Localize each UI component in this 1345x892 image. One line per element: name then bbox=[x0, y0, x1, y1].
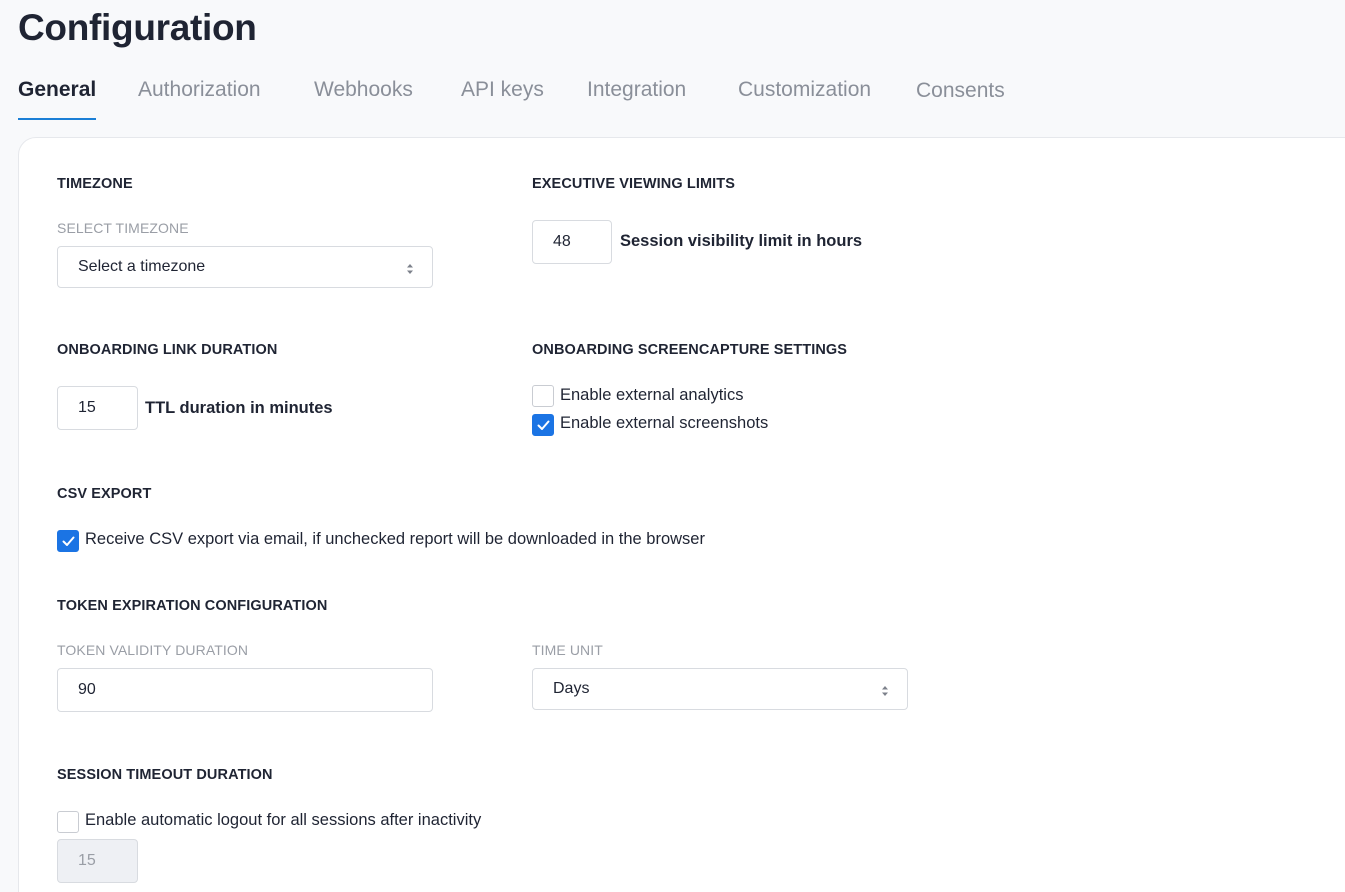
screencapture-title: ONBOARDING SCREENCAPTURE SETTINGS bbox=[532, 342, 848, 358]
token-validity-input[interactable]: 90 bbox=[57, 668, 433, 712]
executive-viewing-title: EXECUTIVE VIEWING LIMITS bbox=[532, 176, 735, 192]
csv-export-title: CSV EXPORT bbox=[57, 486, 152, 502]
ttl-duration-input[interactable]: 15 bbox=[57, 386, 138, 430]
timezone-select-value: Select a timezone bbox=[78, 258, 206, 275]
tab-webhooks[interactable]: Webhooks bbox=[314, 74, 413, 120]
auto-logout-label: Enable automatic logout for all sessions… bbox=[85, 811, 482, 829]
page-title: Configuration bbox=[18, 7, 257, 48]
sort-arrows-icon bbox=[407, 264, 413, 274]
configuration-page: Configuration General Authorization Webh… bbox=[0, 0, 1345, 892]
session-timeout-title: SESSION TIMEOUT DURATION bbox=[57, 767, 273, 783]
tab-general[interactable]: General bbox=[18, 74, 97, 120]
sort-arrows-icon bbox=[882, 686, 888, 696]
checkmark-icon bbox=[537, 420, 550, 430]
token-expiration-title: TOKEN EXPIRATION CONFIGURATION bbox=[57, 598, 328, 614]
time-unit-label: TIME UNIT bbox=[532, 642, 603, 658]
timezone-select-label: SELECT TIMEZONE bbox=[57, 220, 189, 236]
token-validity-label: TOKEN VALIDITY DURATION bbox=[57, 642, 249, 658]
session-timeout-minutes-input[interactable]: 15 bbox=[57, 839, 138, 883]
csv-email-label: Receive CSV export via email, if uncheck… bbox=[85, 530, 705, 548]
external-screenshots-checkbox[interactable] bbox=[532, 414, 554, 436]
external-analytics-label: Enable external analytics bbox=[560, 386, 744, 404]
csv-email-checkbox[interactable] bbox=[57, 530, 79, 552]
checkmark-icon bbox=[62, 536, 75, 546]
tab-authorization[interactable]: Authorization bbox=[138, 74, 261, 120]
time-unit-value: Days bbox=[553, 680, 590, 697]
tab-bar: General Authorization Webhooks API keys … bbox=[18, 74, 1345, 124]
tab-consents[interactable]: Consents bbox=[916, 75, 1005, 121]
tab-api-keys[interactable]: API keys bbox=[461, 74, 544, 120]
settings-card: TIMEZONE SELECT TIMEZONE Select a timezo… bbox=[18, 137, 1345, 892]
onboarding-link-title: ONBOARDING LINK DURATION bbox=[57, 342, 278, 358]
tab-customization[interactable]: Customization bbox=[738, 74, 871, 120]
ttl-duration-label: TTL duration in minutes bbox=[145, 399, 333, 417]
timezone-select[interactable]: Select a timezone bbox=[57, 246, 433, 288]
tab-integration[interactable]: Integration bbox=[587, 74, 686, 120]
external-analytics-checkbox[interactable] bbox=[532, 385, 554, 407]
time-unit-select[interactable]: Days bbox=[532, 668, 908, 710]
session-visibility-hours-input[interactable]: 48 bbox=[532, 220, 612, 264]
external-screenshots-label: Enable external screenshots bbox=[560, 414, 769, 432]
auto-logout-checkbox[interactable] bbox=[57, 811, 79, 833]
session-visibility-label: Session visibility limit in hours bbox=[620, 232, 863, 250]
timezone-title: TIMEZONE bbox=[57, 176, 133, 192]
